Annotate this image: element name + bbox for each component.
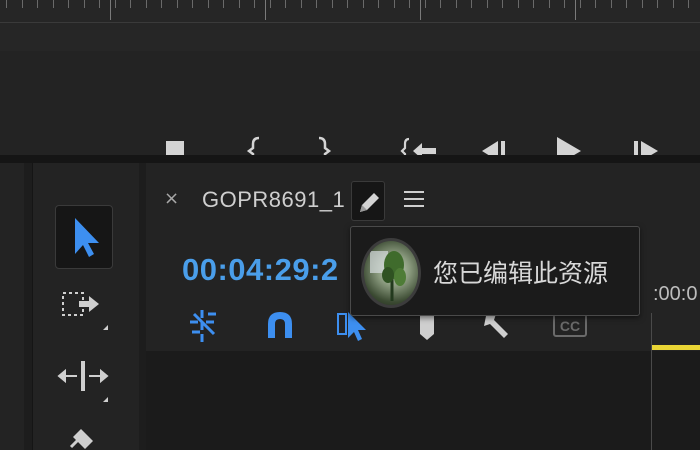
asset-thumbnail — [361, 238, 421, 308]
ruler-tick — [673, 0, 674, 8]
ruler-tick — [378, 0, 379, 8]
ruler-major-tick — [265, 0, 266, 20]
timeline-tracks[interactable] — [146, 351, 700, 450]
ruler-tick — [22, 0, 23, 8]
ruler-tick — [533, 0, 534, 8]
ruler-tick — [518, 0, 519, 8]
ruler-tick — [332, 0, 333, 8]
ruler-tick — [487, 0, 488, 8]
ruler-tick — [84, 0, 85, 8]
ruler-tick — [6, 0, 7, 8]
ruler-tick — [115, 0, 116, 8]
more-tools-indicator — [103, 325, 108, 330]
ruler-tick — [68, 0, 69, 8]
pencil-icon — [360, 193, 379, 212]
ruler-tick — [456, 0, 457, 8]
nest-icon — [190, 310, 216, 342]
selection-arrow-icon — [75, 218, 99, 257]
program-monitor-transport-bar — [0, 51, 700, 166]
edited-asset-tooltip: 您已编辑此资源 — [350, 226, 640, 316]
ruler-tick — [471, 0, 472, 8]
ruler-tick — [99, 0, 100, 8]
plant-thumbnail-image — [370, 251, 406, 301]
more-tools-indicator — [103, 397, 108, 402]
ruler-tick — [564, 0, 565, 8]
ruler-tick — [425, 0, 426, 8]
ruler-tick — [611, 0, 612, 8]
monitor-scrub-area — [0, 23, 700, 51]
ruler-tick — [394, 0, 395, 8]
ruler-tick — [146, 0, 147, 8]
track-select-icon — [62, 292, 99, 316]
selection-tool[interactable] — [55, 205, 113, 269]
ruler-tick — [301, 0, 302, 8]
ruler-tick — [657, 0, 658, 8]
ruler-tick — [37, 0, 38, 8]
ruler-major-tick — [110, 0, 111, 20]
ruler-major-tick — [575, 0, 576, 20]
left-panel-edge — [0, 163, 24, 450]
ripple-edit-tool[interactable] — [57, 357, 111, 403]
timeline-ruler-time: :00:0 — [653, 283, 698, 305]
ripple-edit-icon — [57, 361, 109, 391]
ruler-tick — [192, 0, 193, 8]
ruler-tick — [239, 0, 240, 8]
ruler-tick — [177, 0, 178, 8]
ruler-tick — [53, 0, 54, 8]
ruler-tick — [409, 0, 410, 8]
ruler-tick — [161, 0, 162, 8]
tooltip-message: 您已编辑此资源 — [433, 259, 609, 288]
edited-indicator-button[interactable] — [351, 181, 385, 221]
ruler-tick — [223, 0, 224, 8]
sequence-tab-title[interactable]: GOPR8691_1 — [202, 187, 345, 213]
ruler-tick — [642, 0, 643, 8]
ruler-major-tick — [420, 0, 421, 20]
ruler-tick — [208, 0, 209, 8]
ruler-tick — [270, 0, 271, 8]
ruler-tick — [363, 0, 364, 8]
ruler-tick — [347, 0, 348, 8]
panel-separator — [0, 155, 700, 163]
nest-toggle-button[interactable] — [186, 306, 226, 346]
magnet-icon — [268, 312, 292, 338]
panel-menu-button[interactable] — [404, 191, 424, 209]
ruler-tick — [626, 0, 627, 8]
ruler-tick — [440, 0, 441, 8]
ruler-tick — [502, 0, 503, 8]
ruler-tick — [316, 0, 317, 8]
work-area-divider — [651, 313, 652, 450]
ruler-tick — [285, 0, 286, 8]
ruler-tick — [688, 0, 689, 8]
hamburger-icon — [404, 191, 424, 193]
ruler-tick — [130, 0, 131, 8]
work-area-bar[interactable] — [652, 345, 700, 350]
program-monitor-ruler[interactable] — [0, 0, 700, 22]
ruler-tick — [595, 0, 596, 8]
ruler-tick — [549, 0, 550, 8]
razor-icon — [69, 429, 93, 449]
razor-tool[interactable] — [57, 425, 111, 450]
track-select-forward-tool[interactable] — [57, 287, 111, 330]
playhead-timecode[interactable]: 00:04:29:2 — [182, 252, 339, 288]
snap-button[interactable] — [260, 306, 300, 346]
close-tab-button[interactable]: × — [164, 189, 179, 209]
ruler-tick — [580, 0, 581, 8]
captions-label: CC — [560, 318, 580, 334]
tools-panel — [32, 163, 139, 450]
premiere-window: × GOPR8691_1 00:04:29:2 :00:0 CC 您已编辑此资源 — [0, 0, 700, 450]
ruler-tick — [254, 0, 255, 8]
